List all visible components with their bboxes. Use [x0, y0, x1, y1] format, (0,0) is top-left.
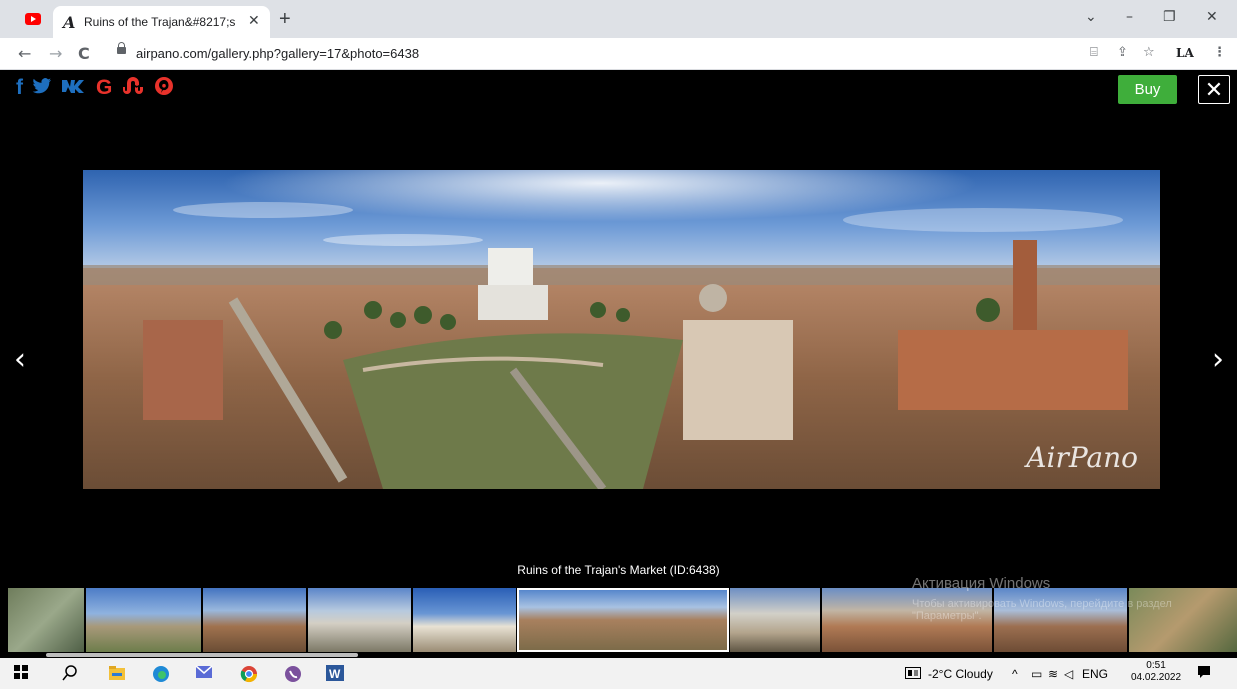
stumbleupon-icon[interactable]	[121, 76, 145, 100]
profile-avatar[interactable]: LA	[1176, 46, 1194, 60]
prev-arrow-icon[interactable]: ‹	[14, 342, 26, 377]
clock-time: 0:51	[1146, 660, 1166, 671]
buy-button[interactable]: Buy	[1118, 75, 1177, 104]
close-icon: ✕	[1204, 76, 1224, 102]
restore-button[interactable]: ❐	[1163, 9, 1176, 25]
viewer-close-button[interactable]: ✕	[1198, 75, 1230, 104]
tray-overflow-icon[interactable]: ^	[1012, 667, 1018, 681]
panorama-artwork	[83, 170, 1160, 489]
window-close-button[interactable]: ✕	[1206, 9, 1218, 25]
thumbnail[interactable]	[8, 588, 84, 652]
network-icon[interactable]: ▭	[1031, 667, 1042, 681]
new-tab-button[interactable]: +	[279, 8, 291, 31]
translate-icon[interactable]: ⌸	[1090, 45, 1098, 60]
next-arrow-icon[interactable]: ›	[1212, 342, 1224, 377]
thumbnail[interactable]	[730, 588, 820, 652]
browser-toolbar: ← → C airpano.com/gallery.php?gallery=17…	[0, 38, 1237, 70]
wifi-icon[interactable]: ≋	[1048, 667, 1058, 681]
tab-search-icon[interactable]: ⌄	[1085, 9, 1097, 25]
windows-activation-title: Активация Windows	[912, 575, 1051, 592]
youtube-tab-icon[interactable]	[25, 13, 41, 25]
thumbnail[interactable]	[86, 588, 201, 652]
viber-icon[interactable]	[284, 665, 302, 688]
notifications-icon[interactable]	[1197, 665, 1211, 682]
volume-icon[interactable]: ◁	[1064, 667, 1073, 681]
windows-activation-hint: Чтобы активировать Windows, перейдите в …	[912, 598, 1172, 622]
thumbnail[interactable]	[308, 588, 411, 652]
svg-text:W: W	[329, 667, 341, 681]
address-bar[interactable]: airpano.com/gallery.php?gallery=17&photo…	[106, 42, 1086, 66]
reload-button[interactable]: C	[78, 44, 90, 63]
search-icon[interactable]	[62, 665, 78, 686]
gallery-viewer: f G Buy ✕ AirPano ‹ › Ruins of the Traja…	[0, 70, 1237, 658]
forward-button[interactable]: →	[49, 44, 62, 63]
facebook-icon[interactable]: f	[16, 76, 23, 100]
chrome-icon[interactable]	[240, 665, 258, 688]
pinterest-icon[interactable]	[154, 76, 174, 101]
windows-start-icon[interactable]	[14, 665, 28, 684]
panorama-image[interactable]: AirPano	[83, 170, 1160, 489]
vk-icon[interactable]	[61, 78, 87, 99]
weather-text[interactable]: -2°C Cloudy	[928, 667, 993, 681]
twitter-icon[interactable]	[32, 77, 52, 100]
airpano-watermark: AirPano	[1026, 441, 1138, 474]
thumbnail-active[interactable]	[517, 588, 729, 652]
mail-icon[interactable]	[195, 665, 213, 684]
tab-title: Ruins of the Trajan&#8217;s Mar	[84, 15, 236, 29]
word-icon[interactable]: W	[326, 665, 344, 686]
photo-caption: Ruins of the Trajan's Market (ID:6438)	[517, 563, 720, 577]
tab-close-icon[interactable]: ✕	[248, 12, 260, 29]
back-button[interactable]: ←	[18, 44, 31, 63]
airpano-favicon-icon: A	[63, 13, 76, 32]
minimize-button[interactable]: –	[1126, 9, 1133, 25]
system-clock[interactable]: 0:51 04.02.2022	[1131, 660, 1181, 684]
bookmark-star-icon[interactable]: ☆	[1143, 45, 1155, 60]
news-weather-icon[interactable]	[905, 667, 921, 682]
browser-tab-strip: A Ruins of the Trajan&#8217;s Mar ✕ + ⌄ …	[0, 0, 1237, 38]
thumbnail[interactable]	[413, 588, 516, 652]
windows-taskbar: W -2°C Cloudy ^ ▭ ≋ ◁ ENG 0:51 04.02.202…	[0, 658, 1237, 689]
share-icon[interactable]: ⇪	[1117, 45, 1128, 60]
language-indicator[interactable]: ENG	[1082, 667, 1108, 681]
google-icon[interactable]: G	[96, 76, 112, 100]
lock-icon[interactable]	[117, 42, 126, 54]
menu-icon[interactable]: ⋮	[1213, 45, 1226, 60]
clock-date: 04.02.2022	[1131, 672, 1182, 683]
scrollbar-thumb[interactable]	[46, 653, 358, 657]
active-tab[interactable]: A Ruins of the Trajan&#8217;s Mar ✕	[53, 6, 270, 38]
edge-browser-icon[interactable]	[152, 665, 170, 688]
thumbnail[interactable]	[203, 588, 306, 652]
social-share-bar: f G	[16, 76, 174, 100]
file-explorer-icon[interactable]	[108, 665, 126, 686]
url-text[interactable]: airpano.com/gallery.php?gallery=17&photo…	[136, 46, 419, 61]
